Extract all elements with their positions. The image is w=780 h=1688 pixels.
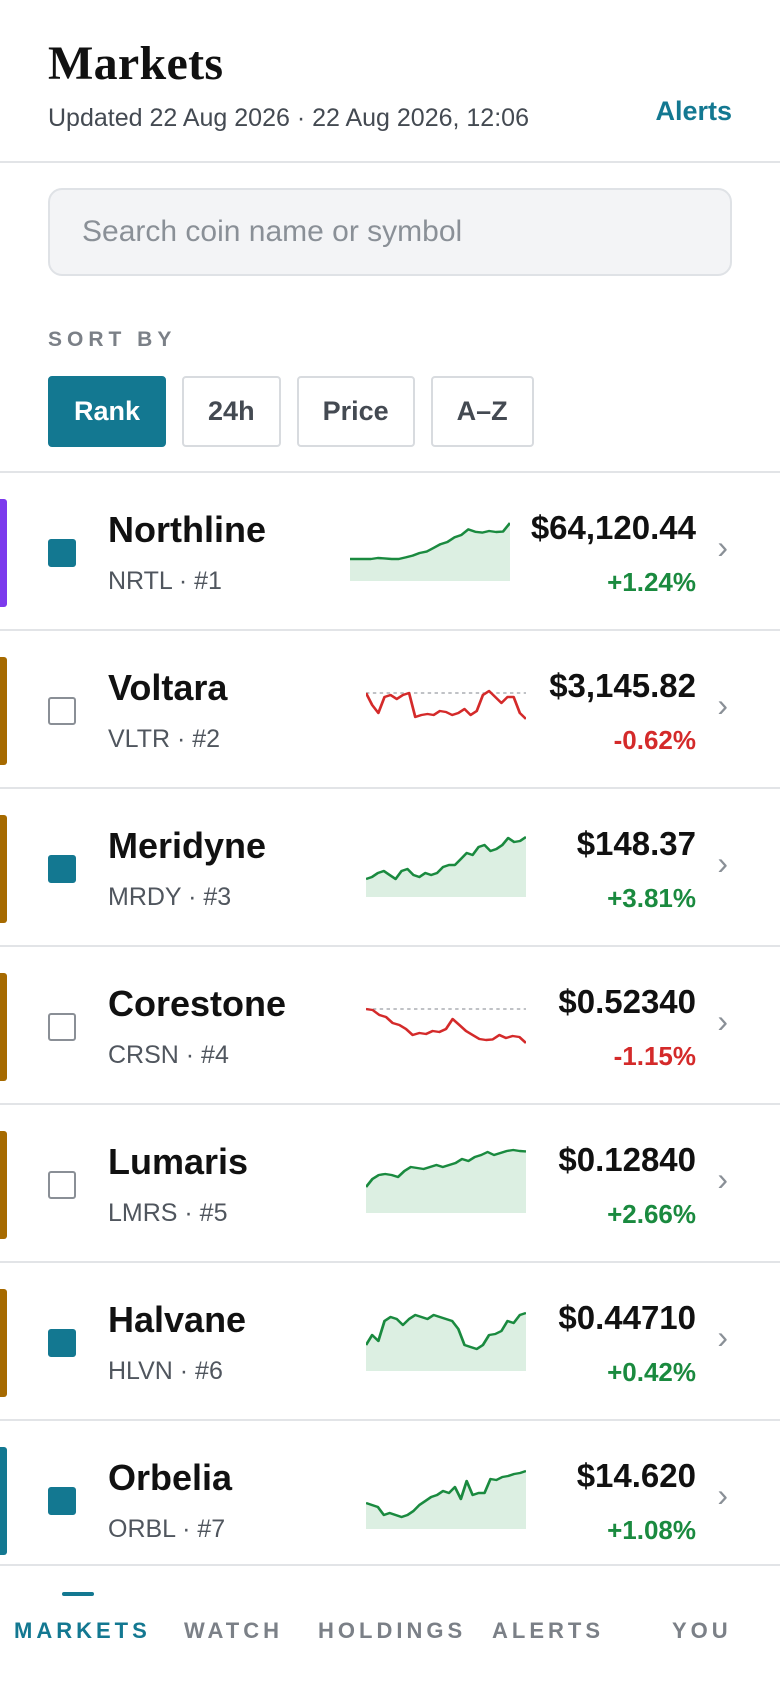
coin-change: -0.62% (613, 725, 696, 755)
sparkline-chart (366, 1148, 526, 1213)
watch-checkbox[interactable] (48, 855, 76, 883)
coin-name: Halvane (108, 1299, 247, 1340)
search-input[interactable] (48, 188, 732, 276)
tab-holdings[interactable]: HOLDINGS (318, 1618, 466, 1644)
coin-accent-bar (0, 973, 7, 1081)
alerts-link[interactable]: Alerts (655, 96, 732, 127)
sort-az-button[interactable]: A–Z (430, 376, 534, 447)
coin-change: +1.08% (607, 1515, 696, 1545)
coin-symbol-rank: ORBL · #7 (108, 1515, 226, 1543)
coin-accent-bar (0, 815, 7, 923)
coin-row[interactable]: Northline NRTL · #1 $64,120.44 +1.24% › (0, 473, 780, 631)
coin-symbol-rank: VLTR · #2 (108, 725, 221, 753)
sparkline-chart (350, 522, 510, 581)
coin-price: $64,120.44 (530, 509, 696, 546)
sort-label: SORT BY (48, 328, 177, 351)
updated-timestamp: Updated 22 Aug 2026 · 22 Aug 2026, 12:06 (48, 104, 529, 132)
chevron-right-icon: › (717, 1003, 728, 1039)
coin-row[interactable]: Halvane HLVN · #6 $0.44710 +0.42% › (0, 1263, 780, 1421)
watch-checkbox[interactable] (48, 1329, 76, 1357)
watch-checkbox[interactable] (48, 1171, 76, 1199)
coin-accent-bar (0, 1131, 7, 1239)
bottom-nav: MARKETS WATCH HOLDINGS ALERTS YOU (0, 1564, 780, 1688)
sparkline-chart (366, 836, 526, 897)
coin-price: $0.52340 (558, 983, 696, 1020)
coin-name: Corestone (108, 983, 287, 1024)
watch-checkbox[interactable] (48, 539, 76, 567)
coin-row[interactable]: Corestone CRSN · #4 $0.52340 -1.15% › (0, 947, 780, 1105)
active-tab-indicator (62, 1592, 94, 1596)
sparkline-area (366, 1150, 526, 1213)
chevron-right-icon: › (717, 845, 728, 881)
sparkline-area (366, 1313, 526, 1371)
coin-name: Orbelia (108, 1457, 233, 1498)
tab-alerts[interactable]: ALERTS (492, 1618, 604, 1644)
coin-row[interactable]: Voltara VLTR · #2 $3,145.82 -0.62% › (0, 631, 780, 789)
coin-symbol-rank: NRTL · #1 (108, 567, 222, 595)
sparkline-line (366, 689, 526, 720)
watch-checkbox[interactable] (48, 1487, 76, 1515)
header: Markets Updated 22 Aug 2026 · 22 Aug 202… (0, 0, 780, 163)
coin-row[interactable]: Meridyne MRDY · #3 $148.37 +3.81% › (0, 789, 780, 947)
chevron-right-icon: › (717, 1161, 728, 1197)
sparkline-chart (366, 1311, 526, 1371)
coin-row[interactable]: Orbelia ORBL · #7 $14.620 +1.08% › (0, 1421, 780, 1563)
coin-accent-bar (0, 1447, 7, 1555)
chevron-right-icon: › (717, 687, 728, 723)
coin-change: -1.15% (613, 1041, 696, 1071)
sparkline-area (366, 1471, 526, 1529)
chevron-right-icon: › (717, 1477, 728, 1513)
sparkline-chart (366, 1469, 526, 1529)
coin-name: Voltara (108, 667, 228, 708)
coin-name: Meridyne (108, 825, 267, 866)
coin-change: +0.42% (607, 1357, 696, 1387)
tab-markets[interactable]: MARKETS (14, 1618, 151, 1644)
coin-symbol-rank: LMRS · #5 (108, 1199, 228, 1227)
tab-you[interactable]: YOU (672, 1618, 732, 1644)
coin-symbol-rank: HLVN · #6 (108, 1357, 223, 1385)
coin-name: Northline (108, 509, 266, 550)
coin-change: +2.66% (607, 1199, 696, 1229)
coin-change: +3.81% (607, 883, 696, 913)
coin-accent-bar (0, 657, 7, 765)
watch-checkbox[interactable] (48, 1013, 76, 1041)
coin-list: Northline NRTL · #1 $64,120.44 +1.24% › Volta… (0, 471, 780, 1563)
sparkline-chart (366, 1007, 526, 1044)
coin-change: +1.24% (607, 567, 696, 597)
coin-row[interactable]: Lumaris LMRS · #5 $0.12840 +2.66% › (0, 1105, 780, 1263)
sort-24h-button[interactable]: 24h (182, 376, 281, 447)
watch-checkbox[interactable] (48, 697, 76, 725)
sparkline-chart (366, 689, 526, 720)
coin-price: $0.44710 (558, 1299, 696, 1336)
coin-accent-bar (0, 1289, 7, 1397)
coin-accent-bar (0, 499, 7, 607)
coin-price: $3,145.82 (549, 667, 696, 704)
chevron-right-icon: › (717, 1319, 728, 1355)
sparkline-line (366, 1007, 526, 1044)
page-title: Markets (48, 37, 224, 90)
tab-watch[interactable]: WATCH (184, 1618, 283, 1644)
coin-price: $148.37 (576, 825, 696, 862)
coin-price: $0.12840 (558, 1141, 696, 1178)
sort-price-button[interactable]: Price (296, 376, 415, 447)
chevron-right-icon: › (717, 529, 728, 565)
coin-name: Lumaris (108, 1141, 249, 1182)
sort-rank-button[interactable]: Rank (48, 376, 167, 447)
coin-price: $14.620 (576, 1457, 696, 1494)
coin-symbol-rank: CRSN · #4 (108, 1041, 229, 1069)
coin-symbol-rank: MRDY · #3 (108, 883, 232, 911)
sort-options: Rank 24h Price A–Z (48, 376, 534, 447)
